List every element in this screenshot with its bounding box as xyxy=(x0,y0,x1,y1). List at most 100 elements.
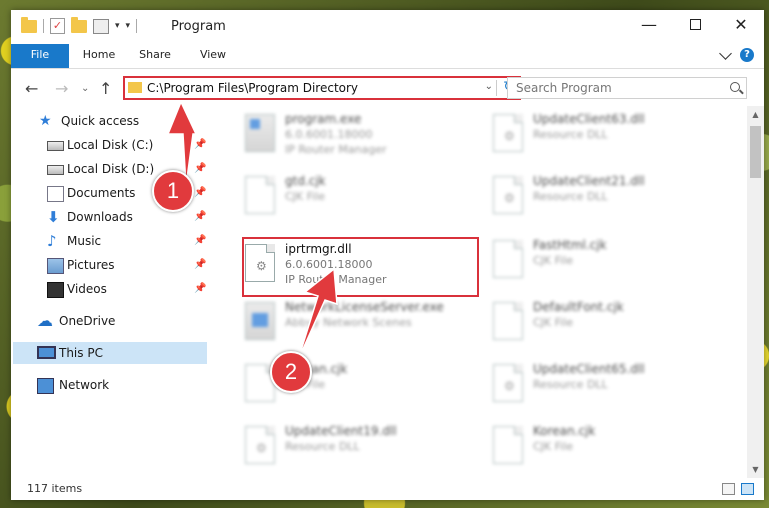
file-item-fasthtml-cjk[interactable]: FastHtml.cjk CJK File xyxy=(485,234,723,284)
file-name: UpdateClient63.dll xyxy=(533,112,645,126)
dll-file-icon: ⚙ xyxy=(245,426,275,464)
navigation-pane: ★ Quick access Local Disk (C:) 📌 Local D… xyxy=(11,106,207,478)
sidebar-item-onedrive[interactable]: ☁ OneDrive xyxy=(37,310,207,332)
file-name: program.exe xyxy=(285,112,362,126)
file-name: UpdateClient19.dll xyxy=(285,424,397,438)
documents-icon xyxy=(47,186,64,202)
folder-icon[interactable] xyxy=(21,16,37,33)
chevron-down-icon[interactable]: ⌄ xyxy=(485,81,493,92)
application-icon xyxy=(245,302,275,340)
minimize-button[interactable]: — xyxy=(626,10,672,40)
file-icon xyxy=(245,176,275,214)
address-path[interactable]: C:\Program Files\Program Directory xyxy=(147,81,358,95)
details-view-icon[interactable] xyxy=(722,483,735,495)
search-icon[interactable] xyxy=(730,82,740,92)
disk-icon xyxy=(47,165,64,175)
up-button[interactable]: ↑ xyxy=(99,79,112,98)
gear-icon: ⚙ xyxy=(504,191,515,205)
pin-icon[interactable]: 📌 xyxy=(194,278,206,300)
scrollbar-thumb[interactable] xyxy=(750,126,761,178)
recent-locations-button[interactable]: ⌄ xyxy=(81,83,89,94)
file-type: CJK File xyxy=(285,190,326,203)
gear-icon: ⚙ xyxy=(504,129,515,143)
file-item-updateclient19[interactable]: ⚙ UpdateClient19.dll Resource DLL xyxy=(237,420,475,470)
sidebar-item-label: OneDrive xyxy=(59,314,116,328)
file-type: CJK File xyxy=(533,254,574,267)
vertical-scrollbar[interactable]: ▲ ▼ xyxy=(747,106,764,478)
step-1-callout: 1 xyxy=(152,170,194,212)
scroll-up-icon[interactable]: ▲ xyxy=(747,106,764,123)
sidebar-item-pictures[interactable]: Pictures 📌 xyxy=(47,254,207,276)
dll-file-icon: ⚙ xyxy=(493,176,523,214)
file-icon xyxy=(493,240,523,278)
sidebar-item-local-disk-c[interactable]: Local Disk (C:) 📌 xyxy=(47,134,207,156)
file-item-korean-cjk-2[interactable]: Korean.cjk CJK File xyxy=(485,420,723,470)
file-item-networklicenseserver[interactable]: NetworkLicenseServer.exe Abbyy Network S… xyxy=(237,296,475,346)
tab-view[interactable]: View xyxy=(193,44,233,68)
file-item-updateclient63[interactable]: ⚙ UpdateClient63.dll Resource DLL xyxy=(485,108,723,158)
sidebar-item-this-pc[interactable]: This PC xyxy=(13,342,207,364)
tab-home[interactable]: Home xyxy=(79,44,119,68)
file-item-defaultfont-cjk[interactable]: DefaultFont.cjk CJK File xyxy=(485,296,723,346)
file-item-updateclient65[interactable]: ⚙ UpdateClient65.dll Resource DLL xyxy=(485,358,723,408)
window-title: Program xyxy=(171,19,226,34)
sidebar-item-quick-access[interactable]: ★ Quick access xyxy=(39,110,207,132)
search-input[interactable]: Search Program xyxy=(507,77,747,99)
dll-file-icon: ⚙ xyxy=(493,364,523,402)
back-button[interactable]: ← xyxy=(25,79,38,98)
file-type: Resource DLL xyxy=(285,440,360,453)
pin-icon[interactable]: 📌 xyxy=(194,182,206,204)
file-item-updateclient21[interactable]: ⚙ UpdateClient21.dll Resource DLL xyxy=(485,170,723,220)
pin-icon[interactable]: 📌 xyxy=(194,230,206,252)
pin-icon[interactable]: 📌 xyxy=(194,206,206,228)
file-version: 6.0.6001.18000 xyxy=(285,128,373,141)
close-button[interactable]: ✕ xyxy=(718,10,764,40)
tab-share[interactable]: Share xyxy=(135,44,175,68)
properties-icon[interactable] xyxy=(93,18,109,34)
sidebar-item-label: Local Disk (C:) xyxy=(67,138,154,152)
customize-toolbar-icon[interactable]: ▾ xyxy=(126,21,131,31)
sidebar-item-label: Local Disk (D:) xyxy=(67,162,155,176)
toolbar-separator xyxy=(136,19,138,33)
app-window-icon xyxy=(250,119,260,129)
title-bar: ✓ ▾ ▾ Program — ✕ xyxy=(11,10,764,44)
item-count: 117 items xyxy=(27,482,83,495)
file-type: Resource DLL xyxy=(533,190,608,203)
search-placeholder: Search Program xyxy=(516,81,612,95)
sidebar-item-network[interactable]: Network xyxy=(37,374,207,396)
dll-file-icon: ⚙ xyxy=(493,114,523,152)
pin-icon[interactable]: 📌 xyxy=(194,158,206,180)
this-pc-icon xyxy=(37,346,56,359)
address-bar[interactable]: C:\Program Files\Program Directory ⌄ ↻ xyxy=(123,76,521,100)
chevron-down-icon[interactable]: ▾ xyxy=(115,21,120,31)
expand-ribbon-icon[interactable] xyxy=(719,46,732,60)
application-icon xyxy=(245,114,275,152)
scroll-down-icon[interactable]: ▼ xyxy=(747,461,764,478)
videos-icon xyxy=(47,282,64,298)
properties-check-icon[interactable]: ✓ xyxy=(50,18,65,34)
tab-file[interactable]: File xyxy=(11,44,69,68)
file-list: program.exe 6.0.6001.18000 IP Router Man… xyxy=(219,106,744,478)
maximize-button[interactable] xyxy=(672,10,718,40)
disk-icon xyxy=(47,141,64,151)
onedrive-icon: ☁ xyxy=(37,311,53,330)
pin-icon[interactable]: 📌 xyxy=(194,134,206,156)
file-item-gtd-cjk[interactable]: gtd.cjk CJK File xyxy=(237,170,475,220)
sidebar-item-music[interactable]: ♪ Music 📌 xyxy=(47,230,207,252)
file-type: Resource DLL xyxy=(533,378,608,391)
explorer-content: ★ Quick access Local Disk (C:) 📌 Local D… xyxy=(11,106,764,478)
forward-button[interactable]: → xyxy=(55,79,68,98)
sidebar-item-label: Quick access xyxy=(61,114,140,128)
help-icon[interactable]: ? xyxy=(740,48,754,62)
pin-icon[interactable]: 📌 xyxy=(194,254,206,276)
new-folder-icon[interactable] xyxy=(71,16,87,33)
status-bar: 117 items xyxy=(11,478,764,500)
tiles-view-icon[interactable] xyxy=(741,483,754,495)
downloads-icon: ⬇ xyxy=(47,208,60,226)
file-item-program-exe[interactable]: program.exe 6.0.6001.18000 IP Router Man… xyxy=(237,108,475,158)
view-toggle xyxy=(722,483,754,495)
file-type: CJK File xyxy=(533,440,574,453)
pictures-icon xyxy=(47,258,64,274)
sidebar-item-videos[interactable]: Videos 📌 xyxy=(47,278,207,300)
highlight-box xyxy=(242,237,479,297)
